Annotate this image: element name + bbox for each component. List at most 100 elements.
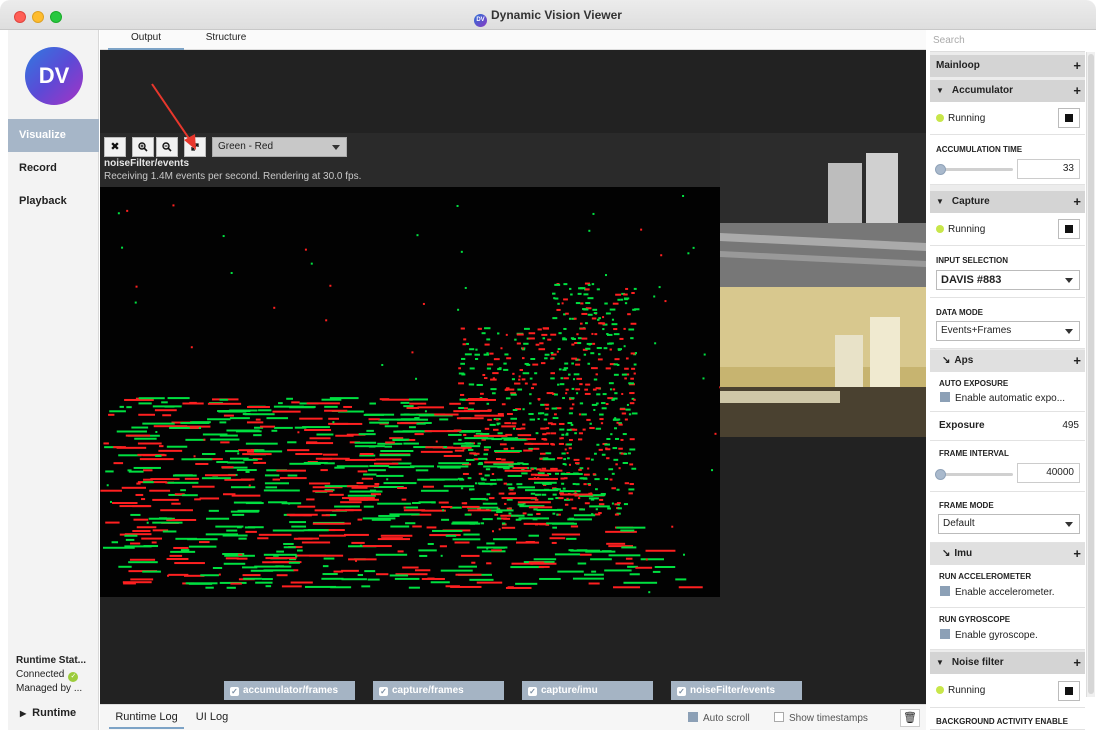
auto-scroll-checkbox[interactable]: Auto scroll: [688, 712, 750, 724]
input-selection-row: INPUT SELECTION DAVIS #883: [930, 246, 1085, 298]
close-view-button[interactable]: ✖: [104, 137, 126, 157]
running-dot-icon: [936, 225, 944, 233]
frame-interval-slider[interactable]: [938, 473, 1013, 476]
run-accelerometer-label: RUN ACCELEROMETER: [939, 572, 1032, 581]
checkbox-checked-icon: ✓: [379, 687, 388, 696]
dv-logo: DV: [25, 47, 83, 105]
event-visualization: [100, 194, 722, 594]
config-scrollbar[interactable]: [1086, 52, 1095, 697]
tab-runtime-log[interactable]: Runtime Log: [109, 709, 184, 729]
sidebar-item-playback[interactable]: Playback: [8, 185, 99, 218]
noise-filter-header[interactable]: ▼ Noise filter +: [930, 652, 1085, 674]
running-dot-icon: [936, 114, 944, 122]
noise-filter-stop-button[interactable]: [1058, 681, 1080, 701]
show-timestamps-checkbox[interactable]: Show timestamps: [774, 712, 868, 724]
capture-header[interactable]: ▼ Capture +: [930, 191, 1085, 213]
app-window: DV Dynamic Vision Viewer DV Visualize Rec…: [0, 0, 1096, 734]
window-title: DV Dynamic Vision Viewer: [0, 8, 1096, 27]
config-search-input[interactable]: Search: [930, 30, 1085, 52]
stream-info: Receiving 1.4M events per second. Render…: [104, 171, 362, 182]
add-icon[interactable]: +: [1073, 191, 1081, 213]
checkbox-checked-icon: ✓: [677, 687, 686, 696]
accumulation-time-input[interactable]: 33: [1017, 159, 1080, 179]
sidebar-item-record[interactable]: Record: [8, 152, 99, 185]
triangle-down-icon: ▼: [936, 197, 944, 206]
data-mode-label: DATA MODE: [936, 308, 983, 317]
accumulation-time-slider[interactable]: [938, 168, 1013, 171]
collapse-arrow-icon: ↘: [942, 355, 951, 366]
frame-mode-label: FRAME MODE: [939, 501, 994, 510]
color-mode-select[interactable]: Green - Red: [212, 137, 347, 157]
mainloop-header[interactable]: Mainloop +: [930, 55, 1085, 77]
run-gyroscope-row: RUN GYROSCOPE Enable gyroscope.: [930, 608, 1085, 650]
dv-app-icon: DV: [474, 14, 488, 27]
stream-toggle-capture-imu[interactable]: ✓ capture/imu: [522, 681, 653, 700]
frame-mode-select[interactable]: Default: [938, 514, 1080, 534]
triangle-down-icon: ▼: [936, 658, 944, 667]
runtime-status: Runtime Stat... Connected ✓ Managed by ..…: [16, 654, 98, 696]
checkbox-checked-icon: [940, 392, 950, 402]
imu-header[interactable]: ↘ Imu +: [930, 543, 1085, 565]
noise-filter-status-row: Running: [930, 674, 1085, 708]
sidebar-item-visualize[interactable]: Visualize: [8, 119, 99, 152]
capture-status-row: Running: [930, 213, 1085, 246]
frame-interval-label: FRAME INTERVAL: [939, 449, 1009, 458]
run-gyroscope-label: RUN GYROSCOPE: [939, 615, 1011, 624]
checkbox-checked-icon: [940, 629, 950, 639]
tab-structure[interactable]: Structure: [188, 30, 264, 50]
accumulator-frame-image: [720, 133, 926, 287]
data-mode-row: DATA MODE Events+Frames: [930, 298, 1085, 349]
collapse-arrow-icon: ↘: [942, 548, 951, 559]
accumulator-stop-button[interactable]: [1058, 108, 1080, 128]
stream-toggle-accumulator-frames[interactable]: ✓ accumulator/frames: [224, 681, 355, 700]
chevron-down-icon: [1065, 278, 1073, 283]
gyroscope-checkbox[interactable]: Enable gyroscope.: [940, 629, 1080, 641]
checkbox-checked-icon: ✓: [230, 687, 239, 696]
accumulated-buildings-image: [720, 133, 926, 287]
checkbox-unchecked-icon: [774, 712, 784, 722]
checkbox-checked-icon: [940, 586, 950, 596]
frame-interval-slider-knob[interactable]: [935, 469, 946, 480]
add-icon[interactable]: +: [1073, 80, 1081, 102]
add-icon[interactable]: +: [1073, 652, 1081, 674]
input-selection-label: INPUT SELECTION: [936, 256, 1009, 265]
config-panel: Search Mainloop + ▼ Accumulator + Running A…: [930, 30, 1085, 730]
accelerometer-checkbox[interactable]: Enable accelerometer.: [940, 586, 1080, 598]
runtime-expander[interactable]: ▶ Runtime: [20, 707, 76, 719]
title-bar: DV Dynamic Vision Viewer: [0, 0, 1096, 30]
capture-stop-button[interactable]: [1058, 219, 1080, 239]
exposure-value: 495: [1062, 420, 1079, 431]
main-tab-bar: Output Structure: [100, 30, 926, 50]
add-icon[interactable]: +: [1073, 55, 1081, 77]
runtime-connection: Connected ✓: [16, 668, 98, 682]
runtime-status-title: Runtime Stat...: [16, 655, 87, 666]
event-canvas[interactable]: [100, 187, 722, 597]
add-icon[interactable]: +: [1073, 543, 1081, 565]
tab-output[interactable]: Output: [108, 30, 184, 50]
log-bar: Runtime Log UI Log Auto scroll Show time…: [100, 704, 926, 730]
checkbox-checked-icon: [688, 712, 698, 722]
annotation-arrow: [151, 83, 196, 150]
frame-mode-row: FRAME MODE Default: [930, 492, 1085, 543]
frame-interval-input[interactable]: 40000: [1017, 463, 1080, 483]
stream-toggle-capture-frames[interactable]: ✓ capture/frames: [373, 681, 504, 700]
config-scrollbar-thumb[interactable]: [1088, 54, 1094, 694]
stream-toggle-noisefilter-events[interactable]: ✓ noiseFilter/events: [671, 681, 802, 700]
noise-filter-status: Running: [936, 685, 985, 696]
chevron-down-icon: [332, 145, 340, 150]
accumulation-time-slider-knob[interactable]: [935, 164, 946, 175]
accumulator-header[interactable]: ▼ Accumulator +: [930, 80, 1085, 102]
add-icon[interactable]: +: [1073, 350, 1081, 372]
running-dot-icon: [936, 686, 944, 694]
auto-exposure-checkbox[interactable]: Enable automatic expo...: [940, 392, 1080, 404]
run-accelerometer-row: RUN ACCELEROMETER Enable accelerometer.: [930, 565, 1085, 608]
data-mode-select[interactable]: Events+Frames: [936, 321, 1080, 341]
sidebar: DV Visualize Record Playback Runtime Sta…: [8, 30, 99, 730]
tab-ui-log[interactable]: UI Log: [192, 709, 232, 729]
input-selection-select[interactable]: DAVIS #883: [936, 270, 1080, 290]
accumulation-time-row: ACCUMULATION TIME 33: [930, 135, 1085, 185]
aps-header[interactable]: ↘ Aps +: [930, 350, 1085, 372]
clear-log-button[interactable]: 🗑: [900, 709, 920, 727]
close-icon: ✖: [110, 141, 120, 153]
exposure-row: Exposure 495: [930, 412, 1085, 441]
